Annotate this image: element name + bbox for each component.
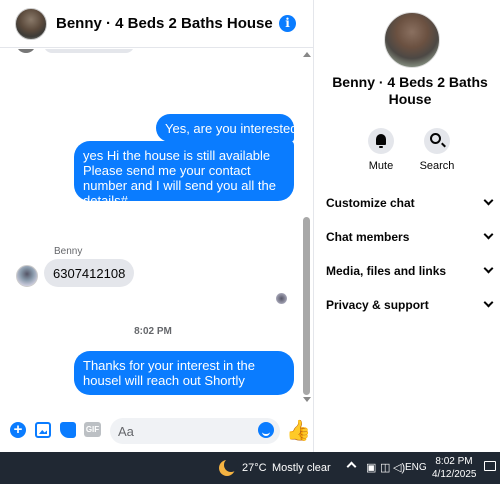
message-bubble-outgoing[interactable]: Yes, are you interested? bbox=[156, 114, 300, 142]
clock-date: 4/12/2025 bbox=[432, 469, 477, 480]
moon-weather-icon[interactable] bbox=[219, 458, 238, 476]
message-bubble-outgoing[interactable]: Thanks for your interest in the housel w… bbox=[74, 351, 294, 395]
message-bubble-outgoing[interactable]: yes Hi the house is still available Plea… bbox=[74, 141, 294, 208]
message-list: Yes, are you interested? yes Hi the hous… bbox=[0, 49, 300, 405]
info-icon[interactable]: i bbox=[279, 15, 296, 32]
clock-time: 8:02 PM bbox=[435, 456, 473, 467]
sender-name: Benny bbox=[54, 246, 83, 257]
clock[interactable]: 8:02 PM 4/12/2025 bbox=[432, 455, 477, 481]
menu-item-chat-members[interactable]: Chat members bbox=[326, 229, 498, 250]
volume-icon[interactable]: ◁) bbox=[393, 461, 405, 474]
search-icon bbox=[430, 133, 441, 144]
weather-temperature[interactable]: 27°C bbox=[242, 462, 267, 474]
menu-item-label: Customize chat bbox=[326, 196, 415, 210]
image-icon[interactable] bbox=[35, 422, 51, 438]
chevron-down-icon bbox=[483, 263, 494, 274]
language-indicator[interactable]: ENG bbox=[405, 462, 427, 473]
menu-item-label: Privacy & support bbox=[326, 298, 429, 312]
scroll-down-icon[interactable] bbox=[303, 397, 311, 402]
avatar bbox=[16, 49, 36, 53]
chat-pane: Benny · 4 Beds 2 Baths House i Yes, are … bbox=[0, 0, 314, 452]
menu-item-privacy-support[interactable]: Privacy & support bbox=[326, 297, 498, 318]
chevron-up-icon[interactable] bbox=[346, 461, 357, 472]
like-icon[interactable]: 👍 bbox=[286, 418, 311, 443]
message-scrollbar[interactable] bbox=[301, 49, 312, 405]
chevron-down-icon bbox=[483, 229, 494, 240]
scroll-up-icon[interactable] bbox=[303, 52, 311, 57]
scrollbar-thumb[interactable] bbox=[303, 217, 310, 395]
composer: + GIF 👍 bbox=[0, 408, 313, 452]
avatar[interactable] bbox=[384, 12, 440, 68]
message-bubble-incoming bbox=[44, 49, 134, 53]
menu-item-media-files-links[interactable]: Media, files and links bbox=[326, 263, 498, 284]
search-label: Search bbox=[419, 160, 455, 172]
gif-icon[interactable]: GIF bbox=[84, 422, 101, 437]
avatar[interactable] bbox=[16, 265, 38, 287]
mute-button[interactable]: Mute bbox=[361, 128, 401, 172]
notification-icon[interactable] bbox=[484, 461, 496, 471]
bell-icon bbox=[376, 134, 386, 148]
menu-item-customize-chat[interactable]: Customize chat bbox=[326, 195, 498, 216]
seen-avatar-icon bbox=[276, 293, 287, 304]
emoji-icon[interactable] bbox=[258, 422, 274, 438]
weather-condition[interactable]: Mostly clear bbox=[272, 462, 331, 474]
chevron-down-icon bbox=[483, 195, 494, 206]
chat-title[interactable]: Benny · 4 Beds 2 Baths House bbox=[56, 15, 273, 32]
avatar[interactable] bbox=[15, 7, 47, 40]
plus-icon[interactable]: + bbox=[10, 422, 26, 438]
menu-item-label: Chat members bbox=[326, 230, 410, 244]
message-input[interactable] bbox=[118, 422, 248, 440]
message-input-container[interactable] bbox=[110, 418, 280, 444]
conversation-name: Benny · 4 Beds 2 Baths House bbox=[332, 74, 488, 107]
time-separator: 8:02 PM bbox=[134, 326, 172, 337]
search-button[interactable]: Search bbox=[417, 128, 457, 172]
chat-header: Benny · 4 Beds 2 Baths House i bbox=[0, 0, 313, 48]
menu-item-label: Media, files and links bbox=[326, 264, 447, 278]
network-icon[interactable]: ◫ bbox=[380, 461, 390, 474]
mute-label: Mute bbox=[368, 160, 394, 172]
chat-info-panel: Benny · 4 Beds 2 Baths House Mute Search… bbox=[314, 0, 500, 452]
camera-icon[interactable]: ▣ bbox=[366, 461, 376, 474]
windows-taskbar: 27°C Mostly clear ▣ ◫ ◁) ENG 8:02 PM 4/1… bbox=[0, 452, 500, 484]
chevron-down-icon bbox=[483, 297, 494, 308]
message-bubble-incoming[interactable]: 6307412108 bbox=[44, 259, 135, 287]
sticker-icon[interactable] bbox=[60, 422, 76, 438]
messenger-window: Benny · 4 Beds 2 Baths House i Yes, are … bbox=[0, 0, 500, 452]
